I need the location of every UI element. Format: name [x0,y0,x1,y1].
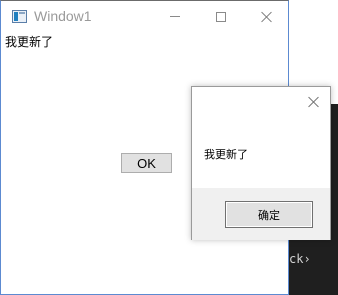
close-icon [308,96,320,108]
dialog-message: 我更新了 [204,148,248,161]
ok-button[interactable]: OK [121,153,172,173]
minimize-icon [170,16,180,17]
dialog-footer: 确定 [192,188,330,240]
confirm-button[interactable]: 确定 [225,201,313,228]
dialog-close-button[interactable] [298,89,330,115]
close-button[interactable] [244,1,290,32]
minimize-button[interactable] [152,1,198,32]
close-icon [261,11,273,23]
window-title: Window1 [34,8,92,24]
message-box-dialog: 我更新了 确定 [191,86,331,240]
background-text-fragment: ck› [289,252,311,266]
title-bar[interactable]: Window1 [1,1,288,32]
app-window-icon [12,10,27,23]
maximize-button[interactable] [198,1,244,32]
maximize-icon [216,11,226,22]
content-text: 我更新了 [5,35,54,49]
